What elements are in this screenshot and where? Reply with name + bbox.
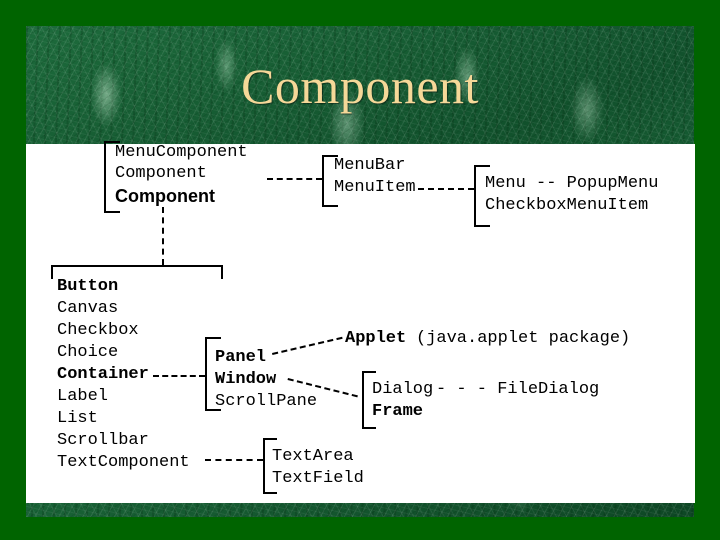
node-frame: Frame: [372, 402, 424, 421]
node-applet: Applet: [345, 329, 407, 348]
node-container: Container: [57, 365, 149, 384]
node-applet-package-note: (java.applet package): [416, 329, 631, 348]
node-panel: Panel: [215, 348, 267, 367]
node-filedialog: - - - FileDialog: [436, 380, 600, 399]
node-list: List: [57, 409, 98, 428]
connector-panel-to-applet: [272, 336, 343, 355]
node-menubar: MenuBar: [334, 156, 406, 175]
connector-container-to-panel: [153, 375, 205, 377]
connector-root-to-menu: [267, 178, 322, 180]
node-dialog: Dialog: [372, 380, 434, 399]
slide: Component MenuComponent Component Compon…: [0, 0, 720, 540]
node-component-root: Component: [115, 186, 215, 206]
node-choice: Choice: [57, 343, 119, 362]
node-checkbox: Checkbox: [57, 321, 139, 340]
connector-component-to-children: [162, 207, 164, 265]
node-label: Label: [57, 387, 109, 406]
node-canvas: Canvas: [57, 299, 119, 318]
connector-menuitem-to-menu: [418, 188, 474, 190]
connector-textcomponent-to-text: [205, 459, 263, 461]
node-menucomponent: MenuComponent: [115, 143, 248, 162]
node-textfield: TextField: [272, 469, 364, 488]
node-textarea: TextArea: [272, 447, 354, 466]
node-textcomponent: TextComponent: [57, 453, 190, 472]
node-scrollpane: ScrollPane: [215, 392, 318, 411]
class-hierarchy-diagram: MenuComponent Component Component MenuBa…: [0, 0, 720, 540]
node-checkboxmenuitem: CheckboxMenuItem: [485, 196, 649, 215]
node-window: Window: [215, 370, 277, 389]
node-component-mono: Component: [115, 164, 207, 183]
node-scrollbar: Scrollbar: [57, 431, 149, 450]
node-button: Button: [57, 277, 119, 296]
node-menuitem: MenuItem: [334, 178, 416, 197]
node-menu-popupmenu: Menu -- PopupMenu: [485, 174, 659, 193]
